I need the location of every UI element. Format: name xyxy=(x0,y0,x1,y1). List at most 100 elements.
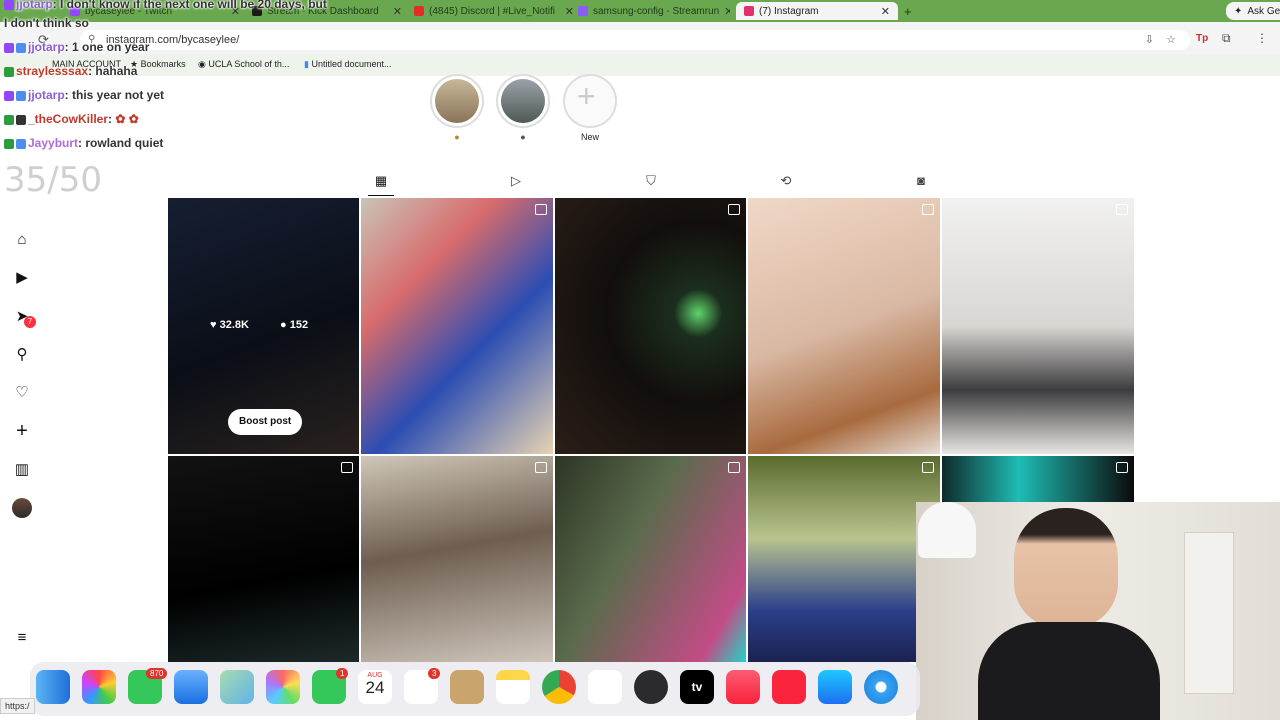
maps-icon[interactable] xyxy=(220,670,254,704)
post-tile[interactable] xyxy=(748,456,940,662)
close-icon[interactable]: ✕ xyxy=(724,5,730,18)
ask-gemini-label: Ask Gem xyxy=(1247,5,1280,17)
install-icon[interactable]: ⇩ xyxy=(1145,30,1154,50)
post-tile[interactable] xyxy=(555,198,746,454)
new-highlight-button[interactable]: + xyxy=(563,74,617,128)
calendar-icon[interactable]: AUG 24 xyxy=(358,670,392,704)
reel-icon xyxy=(728,204,740,215)
bookmark-label: Bookmarks xyxy=(140,59,186,69)
webcam-overlay xyxy=(916,502,1280,720)
tagged-icon: ◙ xyxy=(917,173,925,188)
bookmark-ucla[interactable]: ◉ UCLA School of th... xyxy=(198,59,289,70)
carousel-icon xyxy=(1116,462,1128,473)
bookmark-untitled[interactable]: ▮ Untitled document... xyxy=(304,59,392,70)
avatar[interactable] xyxy=(12,498,32,518)
highlight-label: New xyxy=(580,132,599,142)
dashboard-icon[interactable]: ▥ xyxy=(12,460,32,480)
chat-username: jjotarp xyxy=(16,0,53,11)
new-tab-button[interactable]: + xyxy=(904,2,916,20)
grid-icon: ▦ xyxy=(374,173,388,188)
music-icon[interactable] xyxy=(726,670,760,704)
mail-icon[interactable] xyxy=(174,670,208,704)
contacts-icon[interactable] xyxy=(450,670,484,704)
tab-streamrun[interactable]: samsung-config - Streamrun ✕ xyxy=(578,2,730,20)
tab-instagram[interactable]: (7) Instagram ✕ xyxy=(736,2,898,20)
reel-icon xyxy=(922,204,934,215)
bookmarks-folder[interactable]: ★ Bookmarks xyxy=(130,59,186,70)
wall-poster xyxy=(1184,532,1234,694)
post-tile[interactable] xyxy=(168,456,359,662)
story-highlight[interactable] xyxy=(430,74,484,128)
tab-reels[interactable]: ▷ xyxy=(507,172,525,190)
post-tile[interactable] xyxy=(942,198,1134,454)
bookmark-icon: ⛉ xyxy=(646,173,656,188)
instagram-icon xyxy=(744,6,754,16)
cap xyxy=(918,502,976,558)
likes-value: 32.8K xyxy=(219,319,249,331)
news-icon[interactable] xyxy=(772,670,806,704)
gemini-icon: ✦ xyxy=(1234,5,1243,17)
person-head xyxy=(1014,508,1118,628)
heart-icon[interactable]: ♡ xyxy=(12,383,32,403)
tab-posts[interactable]: ▦ xyxy=(372,172,390,190)
finder-icon[interactable] xyxy=(36,670,70,704)
reels-nav-icon[interactable]: ▶ xyxy=(12,268,32,288)
carousel-icon xyxy=(535,204,547,215)
chrome-icon[interactable] xyxy=(542,670,576,704)
reel-icon xyxy=(535,462,547,473)
chat-username: jjotarp xyxy=(28,40,65,54)
tab-saved[interactable]: ⛉ xyxy=(642,172,660,190)
notes-icon[interactable] xyxy=(496,670,530,704)
carousel-icon xyxy=(728,462,740,473)
extensions-puzzle-icon[interactable]: ⧉ xyxy=(1222,31,1231,46)
globe-icon: ◉ xyxy=(198,59,209,69)
search-icon[interactable]: ⚲ xyxy=(12,345,32,365)
emoji-icon: ● xyxy=(520,132,526,142)
messages-badge: 870 xyxy=(146,668,168,679)
emote-icon: ✿ ✿ xyxy=(115,112,139,126)
chat-text: : xyxy=(108,112,113,126)
tab-tagged[interactable]: ◙ xyxy=(912,172,930,190)
chat-username: jjotarp xyxy=(28,88,65,102)
post-tile[interactable] xyxy=(942,456,1134,502)
likes-count: ♥ 32.8K xyxy=(210,319,249,331)
menu-icon[interactable]: ⋮ xyxy=(1256,31,1268,45)
post-tile[interactable] xyxy=(361,456,553,662)
home-icon[interactable]: ⌂ xyxy=(12,230,32,250)
chat-text: : rowland quiet xyxy=(78,136,164,150)
bookmarks-bar: MAIN ACCOUNT ★ Bookmarks ◉ UCLA School o… xyxy=(0,54,1280,76)
story-highlight[interactable] xyxy=(496,74,550,128)
post-tile[interactable]: ♥ 32.8K ● 152 Boost post xyxy=(168,198,359,454)
freeform-icon[interactable] xyxy=(588,670,622,704)
more-menu-icon[interactable]: ≡ xyxy=(12,628,32,648)
appletv-icon[interactable]: tv xyxy=(680,670,714,704)
chat-text: : this year not yet xyxy=(64,88,165,102)
tab-discord[interactable]: (4845) Discord | #Live_Notifi ✕ xyxy=(414,2,574,20)
safari-icon[interactable] xyxy=(864,670,898,704)
close-icon[interactable]: ✕ xyxy=(393,5,402,18)
notification-badge: 7 xyxy=(24,316,36,328)
url-bar[interactable]: ⚲ instagram.com/bycaseylee/ ⇩ ☆ xyxy=(80,30,1190,50)
active-tab-indicator xyxy=(368,195,394,196)
launchpad-icon[interactable] xyxy=(82,670,116,704)
status-bar-url: https:/ xyxy=(0,698,35,714)
person-shirt xyxy=(978,622,1160,720)
boost-post-button[interactable]: Boost post xyxy=(228,409,303,435)
bookmark-star-icon[interactable]: ☆ xyxy=(1166,30,1176,50)
comments-value: 152 xyxy=(289,319,309,331)
post-tile[interactable] xyxy=(555,456,746,662)
tab-label: samsung-config - Streamrun xyxy=(593,5,720,17)
close-icon[interactable]: ✕ xyxy=(565,5,574,18)
create-icon[interactable]: + xyxy=(12,421,32,441)
post-tile[interactable] xyxy=(361,198,553,454)
close-icon[interactable]: ✕ xyxy=(881,5,890,18)
photos-icon[interactable] xyxy=(266,670,300,704)
appstore-icon[interactable] xyxy=(818,670,852,704)
tab-reposts[interactable]: ⟲ xyxy=(777,172,795,190)
ask-gemini-button[interactable]: ✦ Ask Gem xyxy=(1226,2,1280,20)
post-tile[interactable] xyxy=(748,198,940,454)
reels-icon: ▷ xyxy=(511,173,521,188)
chat-text: : 1 one on year xyxy=(64,40,150,54)
extension-icon[interactable]: Tp xyxy=(1196,33,1208,44)
obs-icon[interactable] xyxy=(634,670,668,704)
